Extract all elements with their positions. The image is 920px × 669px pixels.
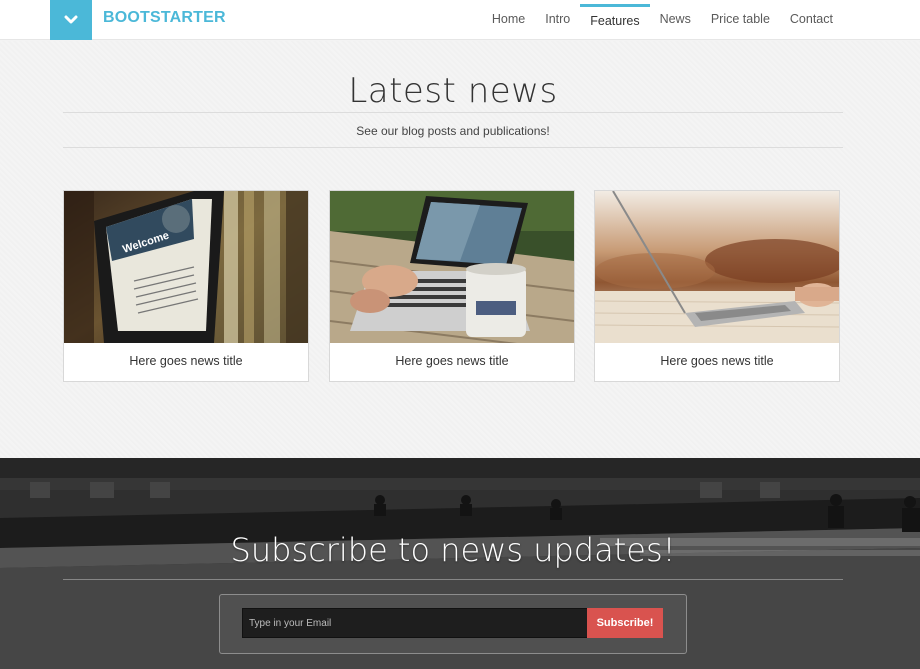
section-subtitle: See our blog posts and publications! [356, 124, 550, 138]
news-card[interactable]: Here goes news title [594, 190, 840, 382]
news-card[interactable]: Here goes news title [329, 190, 575, 382]
email-input[interactable] [242, 608, 588, 638]
news-cards: Welcome Here goes news title Here goes n… [63, 190, 843, 382]
news-card-title[interactable]: Here goes news title [330, 354, 574, 368]
navbar: BOOTSTARTER Home Intro Features News Pri… [0, 0, 920, 40]
main-nav: Home Intro Features News Price table Con… [482, 0, 843, 40]
chevron-down-icon [64, 15, 78, 24]
nav-item-news[interactable]: News [650, 0, 701, 40]
subscribe-form: Subscribe! [219, 594, 687, 654]
news-card-image[interactable] [595, 191, 839, 343]
nav-item-home[interactable]: Home [482, 0, 535, 40]
nav-item-features[interactable]: Features [580, 0, 650, 40]
nav-item-price-table[interactable]: Price table [701, 0, 780, 40]
nav-item-intro[interactable]: Intro [535, 0, 580, 40]
nav-item-contact[interactable]: Contact [780, 0, 843, 40]
nav-toggle-button[interactable] [50, 0, 92, 40]
divider [63, 147, 843, 148]
subscribe-button[interactable]: Subscribe! [587, 608, 663, 638]
subscribe-title: Subscribe to news updates! [230, 531, 676, 569]
news-card-title[interactable]: Here goes news title [64, 354, 308, 368]
section-title: Latest news [348, 71, 558, 111]
news-card[interactable]: Welcome Here goes news title [63, 190, 309, 382]
news-card-image[interactable]: Welcome [64, 191, 308, 343]
news-card-title[interactable]: Here goes news title [595, 354, 839, 368]
news-section: Latest news See our blog posts and publi… [0, 41, 920, 458]
subscribe-section: Subscribe to news updates! Subscribe! [0, 458, 920, 669]
brand-logo[interactable]: BOOTSTARTER [103, 9, 226, 27]
news-card-image[interactable] [330, 191, 574, 343]
divider [63, 579, 843, 580]
divider [63, 112, 843, 113]
